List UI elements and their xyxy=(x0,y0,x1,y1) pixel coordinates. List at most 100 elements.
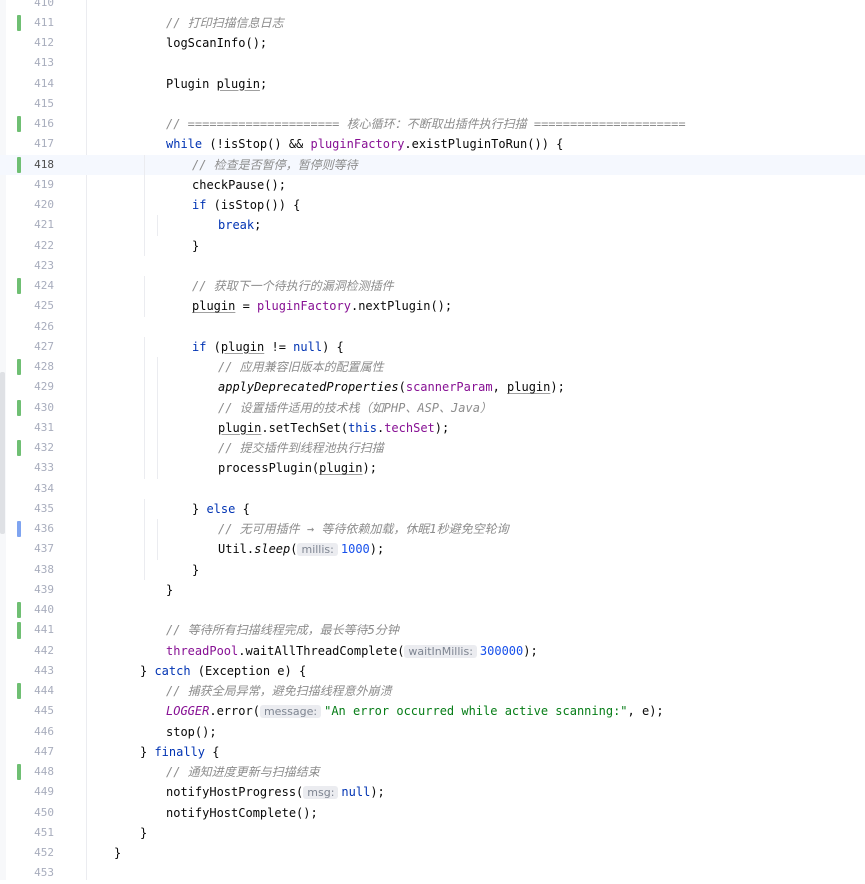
code-line[interactable]: 451} xyxy=(0,823,865,843)
line-number[interactable]: 427 xyxy=(28,337,54,357)
code-line[interactable]: 423 xyxy=(0,256,865,276)
line-number[interactable]: 446 xyxy=(28,722,54,742)
code-line[interactable]: 448 // 通知进度更新与扫描结束 xyxy=(0,762,865,782)
line-number[interactable]: 425 xyxy=(28,296,54,316)
code-line[interactable]: 415 xyxy=(0,94,865,114)
line-number[interactable]: 433 xyxy=(28,458,54,478)
line-number[interactable]: 441 xyxy=(28,620,54,640)
code-editor[interactable]: 410 411 // 打印扫描信息日志 412 logScanInfo(); 413 414… xyxy=(0,0,865,880)
code-text[interactable]: applyDeprecatedProperties(scannerParam, … xyxy=(218,377,565,397)
code-text[interactable]: // 提交插件到线程池执行扫描 xyxy=(218,438,384,458)
code-line[interactable]: 434 xyxy=(0,479,865,499)
line-number[interactable]: 437 xyxy=(28,539,54,559)
code-text[interactable]: } finally { xyxy=(140,742,219,762)
code-line[interactable]: 444 // 捕获全局异常，避免扫描线程意外崩溃 xyxy=(0,681,865,701)
line-number[interactable]: 438 xyxy=(28,560,54,580)
code-line[interactable]: 422} xyxy=(0,235,865,256)
line-number[interactable]: 420 xyxy=(28,195,54,215)
code-text[interactable]: threadPool.waitAllThreadComplete(waitInM… xyxy=(166,641,538,662)
code-line[interactable]: 453 xyxy=(0,863,865,883)
vcs-added-marker[interactable] xyxy=(17,764,21,781)
code-line[interactable]: 427 if (plugin != null) { xyxy=(0,336,865,357)
code-text[interactable]: // ===================== 核心循环：不断取出插件执行扫描… xyxy=(166,114,686,134)
code-line[interactable]: 435 } else { xyxy=(0,498,865,519)
code-line[interactable]: 410 xyxy=(0,0,865,13)
code-line[interactable]: 452} xyxy=(0,843,865,863)
line-number[interactable]: 439 xyxy=(28,580,54,600)
line-number[interactable]: 426 xyxy=(28,317,54,337)
code-text[interactable]: } xyxy=(192,560,199,580)
line-number[interactable]: 445 xyxy=(28,701,54,721)
vcs-added-marker[interactable] xyxy=(17,440,21,457)
line-number[interactable]: 442 xyxy=(28,641,54,661)
line-number[interactable]: 449 xyxy=(28,782,54,802)
line-number[interactable]: 413 xyxy=(28,53,54,73)
code-line[interactable]: 418 // 检查是否暂停，暂停则等待 xyxy=(0,154,865,175)
code-text[interactable]: // 捕获全局异常，避免扫描线程意外崩溃 xyxy=(166,681,392,701)
vcs-added-marker[interactable] xyxy=(17,156,21,173)
line-number[interactable]: 419 xyxy=(28,175,54,195)
line-number[interactable]: 443 xyxy=(28,661,54,681)
vcs-modified-marker[interactable] xyxy=(17,521,21,538)
line-number[interactable]: 418 xyxy=(28,155,54,175)
code-text[interactable]: } else { xyxy=(192,499,250,519)
vcs-added-marker[interactable] xyxy=(17,278,21,295)
code-text[interactable]: // 应用兼容旧版本的配置属性 xyxy=(218,357,384,377)
line-number[interactable]: 416 xyxy=(28,114,54,134)
line-number[interactable]: 411 xyxy=(28,13,54,33)
code-line[interactable]: 445 LOGGER.error(message: "An error occurr… xyxy=(0,701,865,721)
vcs-added-marker[interactable] xyxy=(17,14,21,31)
line-number[interactable]: 436 xyxy=(28,519,54,539)
code-text[interactable]: while (!isStop() && pluginFactory.existP… xyxy=(166,134,563,154)
line-number[interactable]: 421 xyxy=(28,215,54,235)
code-text[interactable]: logScanInfo(); xyxy=(166,33,267,53)
code-line[interactable]: 430 // 设置插件适用的技术栈（如PHP、ASP、Java） xyxy=(0,397,865,418)
line-number[interactable]: 434 xyxy=(28,479,54,499)
code-line[interactable]: 411 // 打印扫描信息日志 xyxy=(0,13,865,33)
vcs-added-marker[interactable] xyxy=(17,359,21,376)
code-line[interactable]: 431 plugin.setTechSet(this.techSet); xyxy=(0,417,865,438)
code-line[interactable]: 417 while (!isStop() && pluginFactory.exi… xyxy=(0,134,865,154)
code-line[interactable]: 429 applyDeprecatedProperties(scannerPara… xyxy=(0,377,865,398)
code-text[interactable]: notifyHostComplete(); xyxy=(166,803,318,823)
code-line[interactable]: 416 // ===================== 核心循环：不断取出插件执… xyxy=(0,114,865,134)
code-text[interactable]: // 等待所有扫描线程完成，最长等待5分钟 xyxy=(166,620,399,640)
code-line[interactable]: 433 processPlugin(plugin); xyxy=(0,458,865,479)
code-text[interactable]: // 获取下一个待执行的漏洞检测插件 xyxy=(192,276,394,296)
code-line[interactable]: 420 if (isStop()) { xyxy=(0,195,865,216)
code-line[interactable]: 425 plugin = pluginFactory.nextPlugin(); xyxy=(0,296,865,317)
line-number[interactable]: 424 xyxy=(28,276,54,296)
code-line[interactable]: 413 xyxy=(0,53,865,73)
code-text[interactable]: processPlugin(plugin); xyxy=(218,458,377,478)
code-text[interactable]: // 打印扫描信息日志 xyxy=(166,13,284,33)
code-line[interactable]: 437 Util.sleep(millis: 1000); xyxy=(0,539,865,560)
line-number[interactable]: 435 xyxy=(28,499,54,519)
code-line[interactable]: 414 Plugin plugin; xyxy=(0,74,865,94)
code-text[interactable]: // 检查是否暂停，暂停则等待 xyxy=(192,155,358,175)
code-text[interactable]: LOGGER.error(message: "An error occurred … xyxy=(166,701,664,722)
code-line[interactable]: 426 xyxy=(0,317,865,337)
vcs-added-marker[interactable] xyxy=(17,622,21,639)
line-number[interactable]: 431 xyxy=(28,418,54,438)
line-number[interactable]: 415 xyxy=(28,94,54,114)
line-number[interactable]: 451 xyxy=(28,823,54,843)
code-text[interactable]: plugin.setTechSet(this.techSet); xyxy=(218,418,449,438)
code-line[interactable]: 424 // 获取下一个待执行的漏洞检测插件 xyxy=(0,276,865,297)
line-number[interactable]: 450 xyxy=(28,803,54,823)
code-line[interactable]: 421 break; xyxy=(0,215,865,236)
line-number[interactable]: 430 xyxy=(28,398,54,418)
line-number[interactable]: 444 xyxy=(28,681,54,701)
line-number[interactable]: 429 xyxy=(28,377,54,397)
code-text[interactable]: } catch (Exception e) { xyxy=(140,661,306,681)
line-number[interactable]: 447 xyxy=(28,742,54,762)
line-number[interactable]: 448 xyxy=(28,762,54,782)
code-text[interactable]: Util.sleep(millis: 1000); xyxy=(218,539,384,560)
vcs-added-marker[interactable] xyxy=(17,399,21,416)
line-number[interactable]: 410 xyxy=(28,0,54,13)
code-text[interactable]: Plugin plugin; xyxy=(166,74,267,94)
line-number[interactable]: 440 xyxy=(28,600,54,620)
line-number[interactable]: 432 xyxy=(28,438,54,458)
code-text[interactable]: } xyxy=(114,843,121,863)
line-number[interactable]: 412 xyxy=(28,33,54,53)
line-number[interactable]: 422 xyxy=(28,236,54,256)
